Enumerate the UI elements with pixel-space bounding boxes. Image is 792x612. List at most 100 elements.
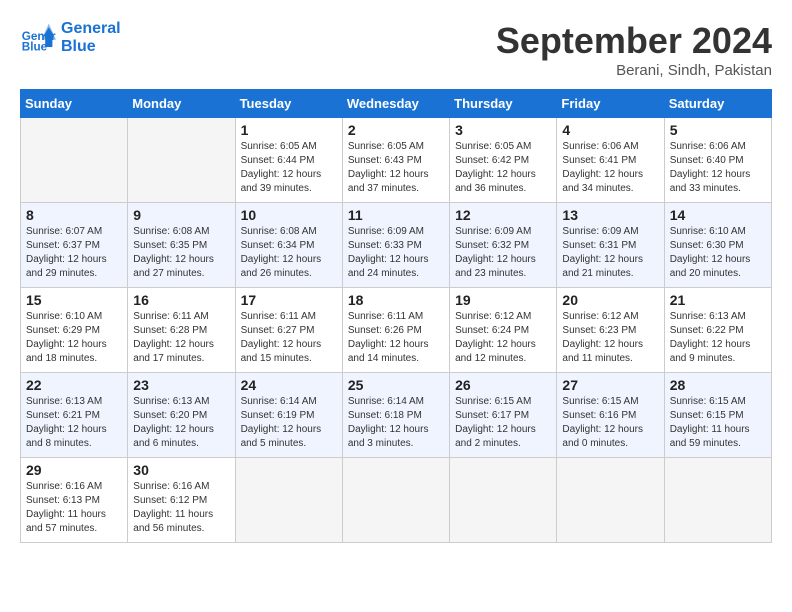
day-number: 19 bbox=[455, 292, 551, 308]
title-block: September 2024 Berani, Sindh, Pakistan bbox=[496, 20, 772, 79]
day-cell: 20Sunrise: 6:12 AM Sunset: 6:23 PM Dayli… bbox=[557, 288, 664, 373]
logo-icon: General Blue bbox=[20, 20, 56, 56]
day-info: Sunrise: 6:16 AM Sunset: 6:13 PM Dayligh… bbox=[26, 480, 122, 536]
svg-text:Blue: Blue bbox=[22, 41, 48, 54]
day-number: 22 bbox=[26, 377, 122, 393]
day-cell: 29 Sunrise: 6:16 AM Sunset: 6:13 PM Dayli… bbox=[21, 458, 128, 543]
col-header-saturday: Saturday bbox=[664, 90, 771, 118]
week-row-4: 22 Sunrise: 6:13 AM Sunset: 6:21 PM Dayli… bbox=[21, 373, 772, 458]
col-header-friday: Friday bbox=[557, 90, 664, 118]
day-cell: 2 Sunrise: 6:05 AM Sunset: 6:43 PM Daylig… bbox=[342, 118, 449, 203]
day-info: Sunrise: 6:11 AM Sunset: 6:28 PM Dayligh… bbox=[133, 310, 229, 366]
day-number: 2 bbox=[348, 122, 444, 138]
logo-line1: General bbox=[61, 20, 121, 38]
day-number: 24 bbox=[241, 377, 337, 393]
day-number: 13 bbox=[562, 207, 658, 223]
day-number: 15 bbox=[26, 292, 122, 308]
day-cell: 13Sunrise: 6:09 AM Sunset: 6:31 PM Dayli… bbox=[557, 203, 664, 288]
week-row-3: 15 Sunrise: 6:10 AM Sunset: 6:29 PM Dayli… bbox=[21, 288, 772, 373]
calendar-table: SundayMondayTuesdayWednesdayThursdayFrid… bbox=[20, 89, 772, 543]
day-cell: 4Sunrise: 6:06 AM Sunset: 6:41 PM Daylig… bbox=[557, 118, 664, 203]
day-cell: 19 Sunrise: 6:12 AM Sunset: 6:24 PM Dayli… bbox=[450, 288, 557, 373]
day-info: Sunrise: 6:14 AM Sunset: 6:19 PM Dayligh… bbox=[241, 395, 337, 451]
day-info: Sunrise: 6:05 AM Sunset: 6:42 PM Dayligh… bbox=[455, 140, 551, 196]
day-info: Sunrise: 6:11 AM Sunset: 6:27 PM Dayligh… bbox=[241, 310, 337, 366]
day-cell: 27 Sunrise: 6:15 AM Sunset: 6:16 PM Dayli… bbox=[557, 373, 664, 458]
day-cell: 22 Sunrise: 6:13 AM Sunset: 6:21 PM Dayli… bbox=[21, 373, 128, 458]
day-cell: 8 Sunrise: 6:07 AM Sunset: 6:37 PM Daylig… bbox=[21, 203, 128, 288]
day-number: 4 bbox=[562, 122, 658, 138]
day-number: 9 bbox=[133, 207, 229, 223]
day-number: 29 bbox=[26, 462, 122, 478]
day-number: 12 bbox=[455, 207, 551, 223]
calendar-header: SundayMondayTuesdayWednesdayThursdayFrid… bbox=[21, 90, 772, 118]
day-cell bbox=[557, 458, 664, 543]
day-number: 23 bbox=[133, 377, 229, 393]
day-cell: 11Sunrise: 6:09 AM Sunset: 6:33 PM Dayli… bbox=[342, 203, 449, 288]
week-row-5: 29 Sunrise: 6:16 AM Sunset: 6:13 PM Dayli… bbox=[21, 458, 772, 543]
day-info: Sunrise: 6:05 AM Sunset: 6:43 PM Dayligh… bbox=[348, 140, 444, 196]
day-info: Sunrise: 6:12 AM Sunset: 6:24 PM Dayligh… bbox=[455, 310, 551, 366]
day-number: 17 bbox=[241, 292, 337, 308]
day-number: 27 bbox=[562, 377, 658, 393]
day-cell: 9 Sunrise: 6:08 AM Sunset: 6:35 PM Daylig… bbox=[128, 203, 235, 288]
day-cell: 30Sunrise: 6:16 AM Sunset: 6:12 PM Dayli… bbox=[128, 458, 235, 543]
day-number: 14 bbox=[670, 207, 766, 223]
day-number: 25 bbox=[348, 377, 444, 393]
day-cell: 25 Sunrise: 6:14 AM Sunset: 6:18 PM Dayli… bbox=[342, 373, 449, 458]
day-number: 1 bbox=[241, 122, 337, 138]
day-cell: 15 Sunrise: 6:10 AM Sunset: 6:29 PM Dayli… bbox=[21, 288, 128, 373]
month-title: September 2024 bbox=[496, 20, 772, 62]
day-info: Sunrise: 6:10 AM Sunset: 6:29 PM Dayligh… bbox=[26, 310, 122, 366]
day-cell: 28 Sunrise: 6:15 AM Sunset: 6:15 PM Dayli… bbox=[664, 373, 771, 458]
day-number: 21 bbox=[670, 292, 766, 308]
day-number: 8 bbox=[26, 207, 122, 223]
day-info: Sunrise: 6:12 AM Sunset: 6:23 PM Dayligh… bbox=[562, 310, 658, 366]
day-info: Sunrise: 6:07 AM Sunset: 6:37 PM Dayligh… bbox=[26, 225, 122, 281]
page-header: General Blue General Blue September 2024… bbox=[20, 20, 772, 79]
day-info: Sunrise: 6:15 AM Sunset: 6:15 PM Dayligh… bbox=[670, 395, 766, 451]
day-info: Sunrise: 6:13 AM Sunset: 6:22 PM Dayligh… bbox=[670, 310, 766, 366]
day-cell bbox=[664, 458, 771, 543]
day-cell: 16 Sunrise: 6:11 AM Sunset: 6:28 PM Dayli… bbox=[128, 288, 235, 373]
col-header-monday: Monday bbox=[128, 90, 235, 118]
location-subtitle: Berani, Sindh, Pakistan bbox=[496, 62, 772, 79]
day-number: 16 bbox=[133, 292, 229, 308]
day-info: Sunrise: 6:08 AM Sunset: 6:34 PM Dayligh… bbox=[241, 225, 337, 281]
day-number: 3 bbox=[455, 122, 551, 138]
day-cell: 26Sunrise: 6:15 AM Sunset: 6:17 PM Dayli… bbox=[450, 373, 557, 458]
day-info: Sunrise: 6:05 AM Sunset: 6:44 PM Dayligh… bbox=[241, 140, 337, 196]
day-cell bbox=[450, 458, 557, 543]
day-number: 30 bbox=[133, 462, 229, 478]
day-cell: 1 Sunrise: 6:05 AM Sunset: 6:44 PM Daylig… bbox=[235, 118, 342, 203]
week-row-2: 8 Sunrise: 6:07 AM Sunset: 6:37 PM Daylig… bbox=[21, 203, 772, 288]
col-header-sunday: Sunday bbox=[21, 90, 128, 118]
day-info: Sunrise: 6:11 AM Sunset: 6:26 PM Dayligh… bbox=[348, 310, 444, 366]
day-cell: 5 Sunrise: 6:06 AM Sunset: 6:40 PM Daylig… bbox=[664, 118, 771, 203]
day-info: Sunrise: 6:06 AM Sunset: 6:40 PM Dayligh… bbox=[670, 140, 766, 196]
logo: General Blue General Blue bbox=[20, 20, 121, 57]
day-cell: 17 Sunrise: 6:11 AM Sunset: 6:27 PM Dayli… bbox=[235, 288, 342, 373]
day-info: Sunrise: 6:09 AM Sunset: 6:32 PM Dayligh… bbox=[455, 225, 551, 281]
day-info: Sunrise: 6:14 AM Sunset: 6:18 PM Dayligh… bbox=[348, 395, 444, 451]
day-number: 28 bbox=[670, 377, 766, 393]
day-cell: 12 Sunrise: 6:09 AM Sunset: 6:32 PM Dayli… bbox=[450, 203, 557, 288]
day-cell bbox=[21, 118, 128, 203]
day-cell bbox=[235, 458, 342, 543]
day-cell: 3 Sunrise: 6:05 AM Sunset: 6:42 PM Daylig… bbox=[450, 118, 557, 203]
day-number: 18 bbox=[348, 292, 444, 308]
day-cell: 14 Sunrise: 6:10 AM Sunset: 6:30 PM Dayli… bbox=[664, 203, 771, 288]
day-cell: 21 Sunrise: 6:13 AM Sunset: 6:22 PM Dayli… bbox=[664, 288, 771, 373]
day-cell bbox=[342, 458, 449, 543]
day-info: Sunrise: 6:08 AM Sunset: 6:35 PM Dayligh… bbox=[133, 225, 229, 281]
day-cell: 23Sunrise: 6:13 AM Sunset: 6:20 PM Dayli… bbox=[128, 373, 235, 458]
day-info: Sunrise: 6:15 AM Sunset: 6:16 PM Dayligh… bbox=[562, 395, 658, 451]
col-header-tuesday: Tuesday bbox=[235, 90, 342, 118]
day-number: 10 bbox=[241, 207, 337, 223]
day-number: 11 bbox=[348, 207, 444, 223]
day-cell: 18 Sunrise: 6:11 AM Sunset: 6:26 PM Dayli… bbox=[342, 288, 449, 373]
day-info: Sunrise: 6:13 AM Sunset: 6:21 PM Dayligh… bbox=[26, 395, 122, 451]
calendar-body: 1 Sunrise: 6:05 AM Sunset: 6:44 PM Daylig… bbox=[21, 118, 772, 543]
day-info: Sunrise: 6:10 AM Sunset: 6:30 PM Dayligh… bbox=[670, 225, 766, 281]
day-number: 5 bbox=[670, 122, 766, 138]
